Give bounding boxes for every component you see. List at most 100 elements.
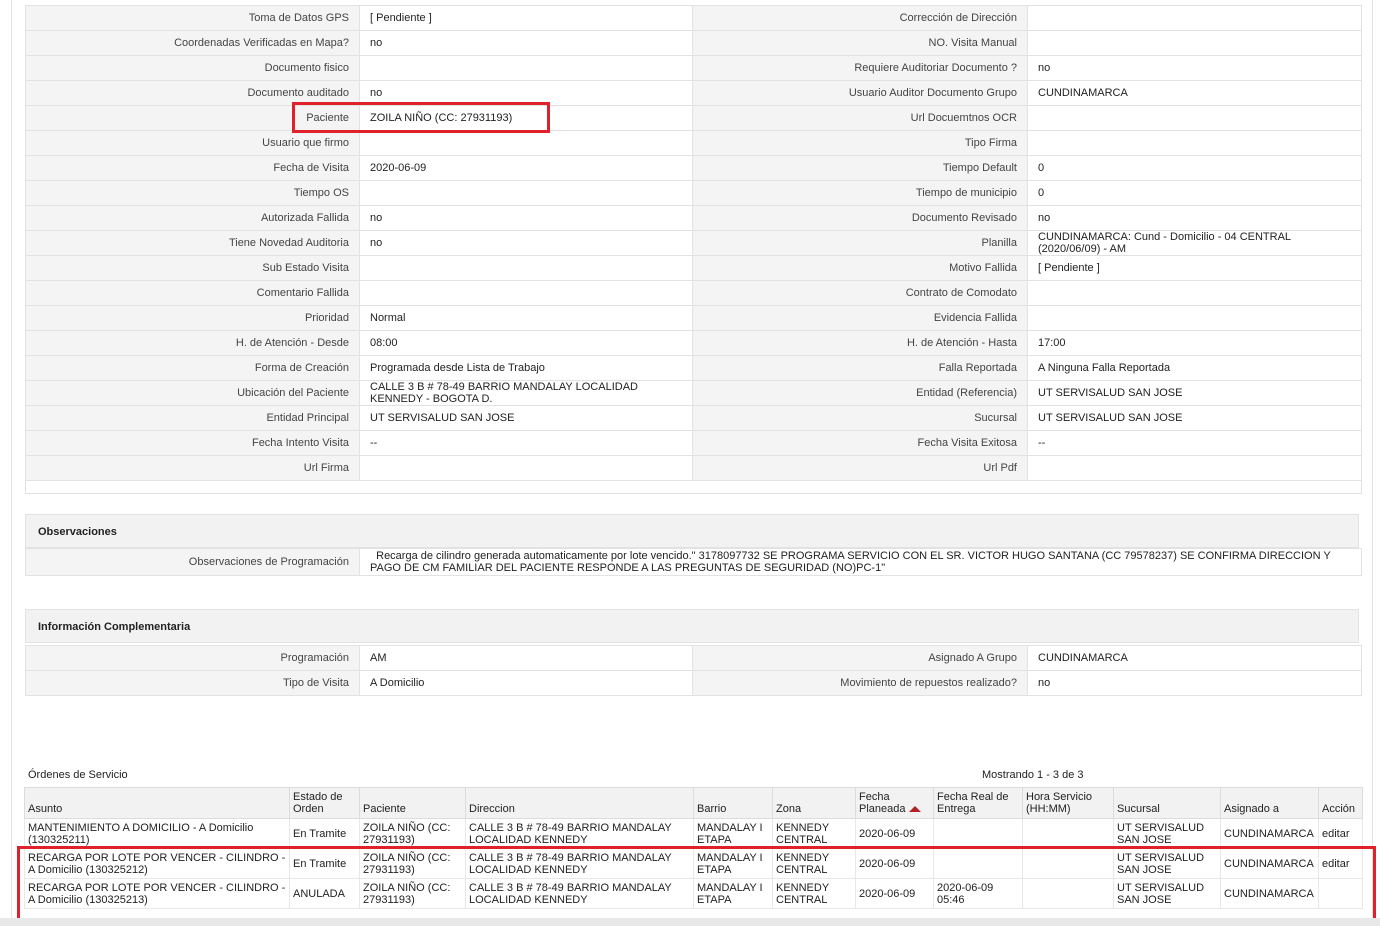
table-cell xyxy=(933,818,1023,849)
column-header[interactable]: Acción xyxy=(1318,787,1363,819)
column-header[interactable]: Sucursal xyxy=(1113,787,1221,819)
field-value: CALLE 3 B # 78-49 BARRIO MANDALAY LOCALI… xyxy=(359,380,693,406)
table-row: RECARGA POR LOTE POR VENCER - CILINDRO -… xyxy=(24,878,1363,909)
field-value: CUNDINAMARCA: Cund - Domicilio - 04 CENT… xyxy=(1027,230,1362,256)
table-cell: UT SERVISALUD SAN JOSE xyxy=(1113,878,1221,909)
field-label: Url Pdf xyxy=(692,455,1028,481)
field-label: Fecha Visita Exitosa xyxy=(692,430,1028,456)
column-header[interactable]: Asunto xyxy=(24,787,290,819)
column-header[interactable]: Fecha Real de Entrega xyxy=(933,787,1023,819)
field-label: Entidad (Referencia) xyxy=(692,380,1028,406)
field-value: UT SERVISALUD SAN JOSE xyxy=(359,405,693,431)
field-label: Corrección de Dirección xyxy=(692,5,1028,31)
field-value: AM xyxy=(359,645,693,671)
field-label: Usuario que firmo xyxy=(25,130,360,156)
detail-row: Ubicación del Paciente CALLE 3 B # 78-49 … xyxy=(25,380,1362,406)
edit-link[interactable]: editar xyxy=(1318,848,1363,879)
field-value xyxy=(359,55,693,81)
field-label: H. de Atención - Hasta xyxy=(692,330,1028,356)
detail-row: Prioridad Normal Evidencia Fallida xyxy=(25,305,1362,331)
detail-row: Toma de Datos GPS[ Pendiente ] Corrección… xyxy=(25,5,1362,31)
field-label: Evidencia Fallida xyxy=(692,305,1028,331)
sort-ascending-icon[interactable] xyxy=(908,806,921,813)
field-value xyxy=(359,280,693,306)
field-label: Requiere Auditoriar Documento ? xyxy=(692,55,1028,81)
observaciones-row: Observaciones de Programación Recarga de… xyxy=(25,548,1362,576)
detail-row: Tiempo OS Tiempo de municipio 0 xyxy=(25,180,1362,206)
field-value: Normal xyxy=(359,305,693,331)
column-header-label: Estado de Orden xyxy=(293,791,343,815)
table-cell: 2020-06-09 xyxy=(855,818,934,849)
field-value: no xyxy=(359,80,693,106)
observaciones-header: Observaciones xyxy=(25,514,1359,548)
field-value xyxy=(1027,280,1362,306)
field-value xyxy=(1027,30,1362,56)
field-value xyxy=(359,255,693,281)
field-value: 0 xyxy=(1027,180,1362,206)
table-cell: UT SERVISALUD SAN JOSE xyxy=(1113,848,1221,879)
column-header[interactable]: Direccion xyxy=(465,787,694,819)
field-label: Programación xyxy=(25,645,360,671)
field-label: Entidad Principal xyxy=(25,405,360,431)
field-value: 17:00 xyxy=(1027,330,1362,356)
column-header[interactable]: Paciente xyxy=(359,787,466,819)
table-cell: ZOILA NIÑO (CC: 27931193) xyxy=(359,878,466,909)
table-cell: KENNEDY CENTRAL xyxy=(772,878,856,909)
detail-row: Paciente ZOILA NIÑO (CC: 27931193) Url Doc… xyxy=(25,105,1362,131)
table-cell: CUNDINAMARCA xyxy=(1220,818,1319,849)
field-label: Documento fisico xyxy=(25,55,360,81)
column-header[interactable]: Hora Servicio (HH:MM) xyxy=(1022,787,1114,819)
field-value: UT SERVISALUD SAN JOSE xyxy=(1027,405,1362,431)
field-label: Tipo Firma xyxy=(692,130,1028,156)
column-header[interactable]: Estado de Orden xyxy=(289,787,360,819)
complementaria-row: Programación AM Asignado A Grupo CUNDINAMAR… xyxy=(25,645,1362,671)
table-cell: 2020-06-09 xyxy=(855,878,934,909)
detail-row: Coordenadas Verificadas en Mapa? no NO. V… xyxy=(25,30,1362,56)
field-label: Usuario Auditor Documento Grupo xyxy=(692,80,1028,106)
table-cell: RECARGA POR LOTE POR VENCER - CILINDRO -… xyxy=(24,848,290,879)
table-cell: MANTENIMIENTO A DOMICILIO - A Domicilio … xyxy=(24,818,290,849)
table-cell: 2020-06-09 xyxy=(855,848,934,879)
table-cell: KENNEDY CENTRAL xyxy=(772,818,856,849)
column-header[interactable]: Fecha Planeada xyxy=(855,787,934,819)
column-header[interactable]: Asignado a xyxy=(1220,787,1319,819)
edit-link[interactable]: editar xyxy=(1318,818,1363,849)
field-value: no xyxy=(1027,55,1362,81)
column-header-label: Direccion xyxy=(469,803,515,815)
table-cell: ZOILA NIÑO (CC: 27931193) xyxy=(359,818,466,849)
field-label: Contrato de Comodato xyxy=(692,280,1028,306)
column-header[interactable]: Barrio xyxy=(693,787,773,819)
column-header-label: Hora Servicio (HH:MM) xyxy=(1026,791,1093,815)
horizontal-scrollbar[interactable] xyxy=(0,918,1380,926)
field-label: Url Docuemtnos OCR xyxy=(692,105,1028,131)
column-header-label: Zona xyxy=(776,803,802,815)
field-label: Forma de Creación xyxy=(25,355,360,381)
table-cell: CALLE 3 B # 78-49 BARRIO MANDALAY LOCALI… xyxy=(465,848,694,879)
orders-count: Mostrando 1 - 3 de 3 xyxy=(982,769,1084,781)
column-header-label: Asunto xyxy=(28,803,63,815)
table-cell: MANDALAY I ETAPA xyxy=(693,848,773,879)
complementaria-header: Información Complementaria xyxy=(25,609,1359,643)
field-value: A Domicilio xyxy=(359,670,693,696)
detail-row: Url Firma Url Pdf xyxy=(25,455,1362,481)
table-cell: UT SERVISALUD SAN JOSE xyxy=(1113,818,1221,849)
field-label: Motivo Fallida xyxy=(692,255,1028,281)
column-header-label: Fecha Real de Entrega xyxy=(937,791,1009,815)
table-cell: En Tramite xyxy=(289,848,360,879)
observaciones-label: Observaciones de Programación xyxy=(25,548,360,576)
field-value xyxy=(1027,130,1362,156)
detail-row: Fecha de Visita 2020-06-09 Tiempo Default… xyxy=(25,155,1362,181)
orders-header-row: Asunto Estado de Orden Paciente Direccion Ba… xyxy=(24,787,1363,819)
field-label: Comentario Fallida xyxy=(25,280,360,306)
table-cell: KENNEDY CENTRAL xyxy=(772,848,856,879)
field-value: CUNDINAMARCA xyxy=(1027,645,1362,671)
detail-row: Documento fisico Requiere Auditoriar Docu… xyxy=(25,55,1362,81)
table-cell xyxy=(1318,878,1363,909)
table-cell: CALLE 3 B # 78-49 BARRIO MANDALAY LOCALI… xyxy=(465,818,694,849)
field-value: 08:00 xyxy=(359,330,693,356)
field-label: Fecha Intento Visita xyxy=(25,430,360,456)
field-label: Tiene Novedad Auditoria xyxy=(25,230,360,256)
detail-row: H. de Atención - Desde 08:00 H. de Atenció… xyxy=(25,330,1362,356)
column-header[interactable]: Zona xyxy=(772,787,856,819)
field-label: Sucursal xyxy=(692,405,1028,431)
